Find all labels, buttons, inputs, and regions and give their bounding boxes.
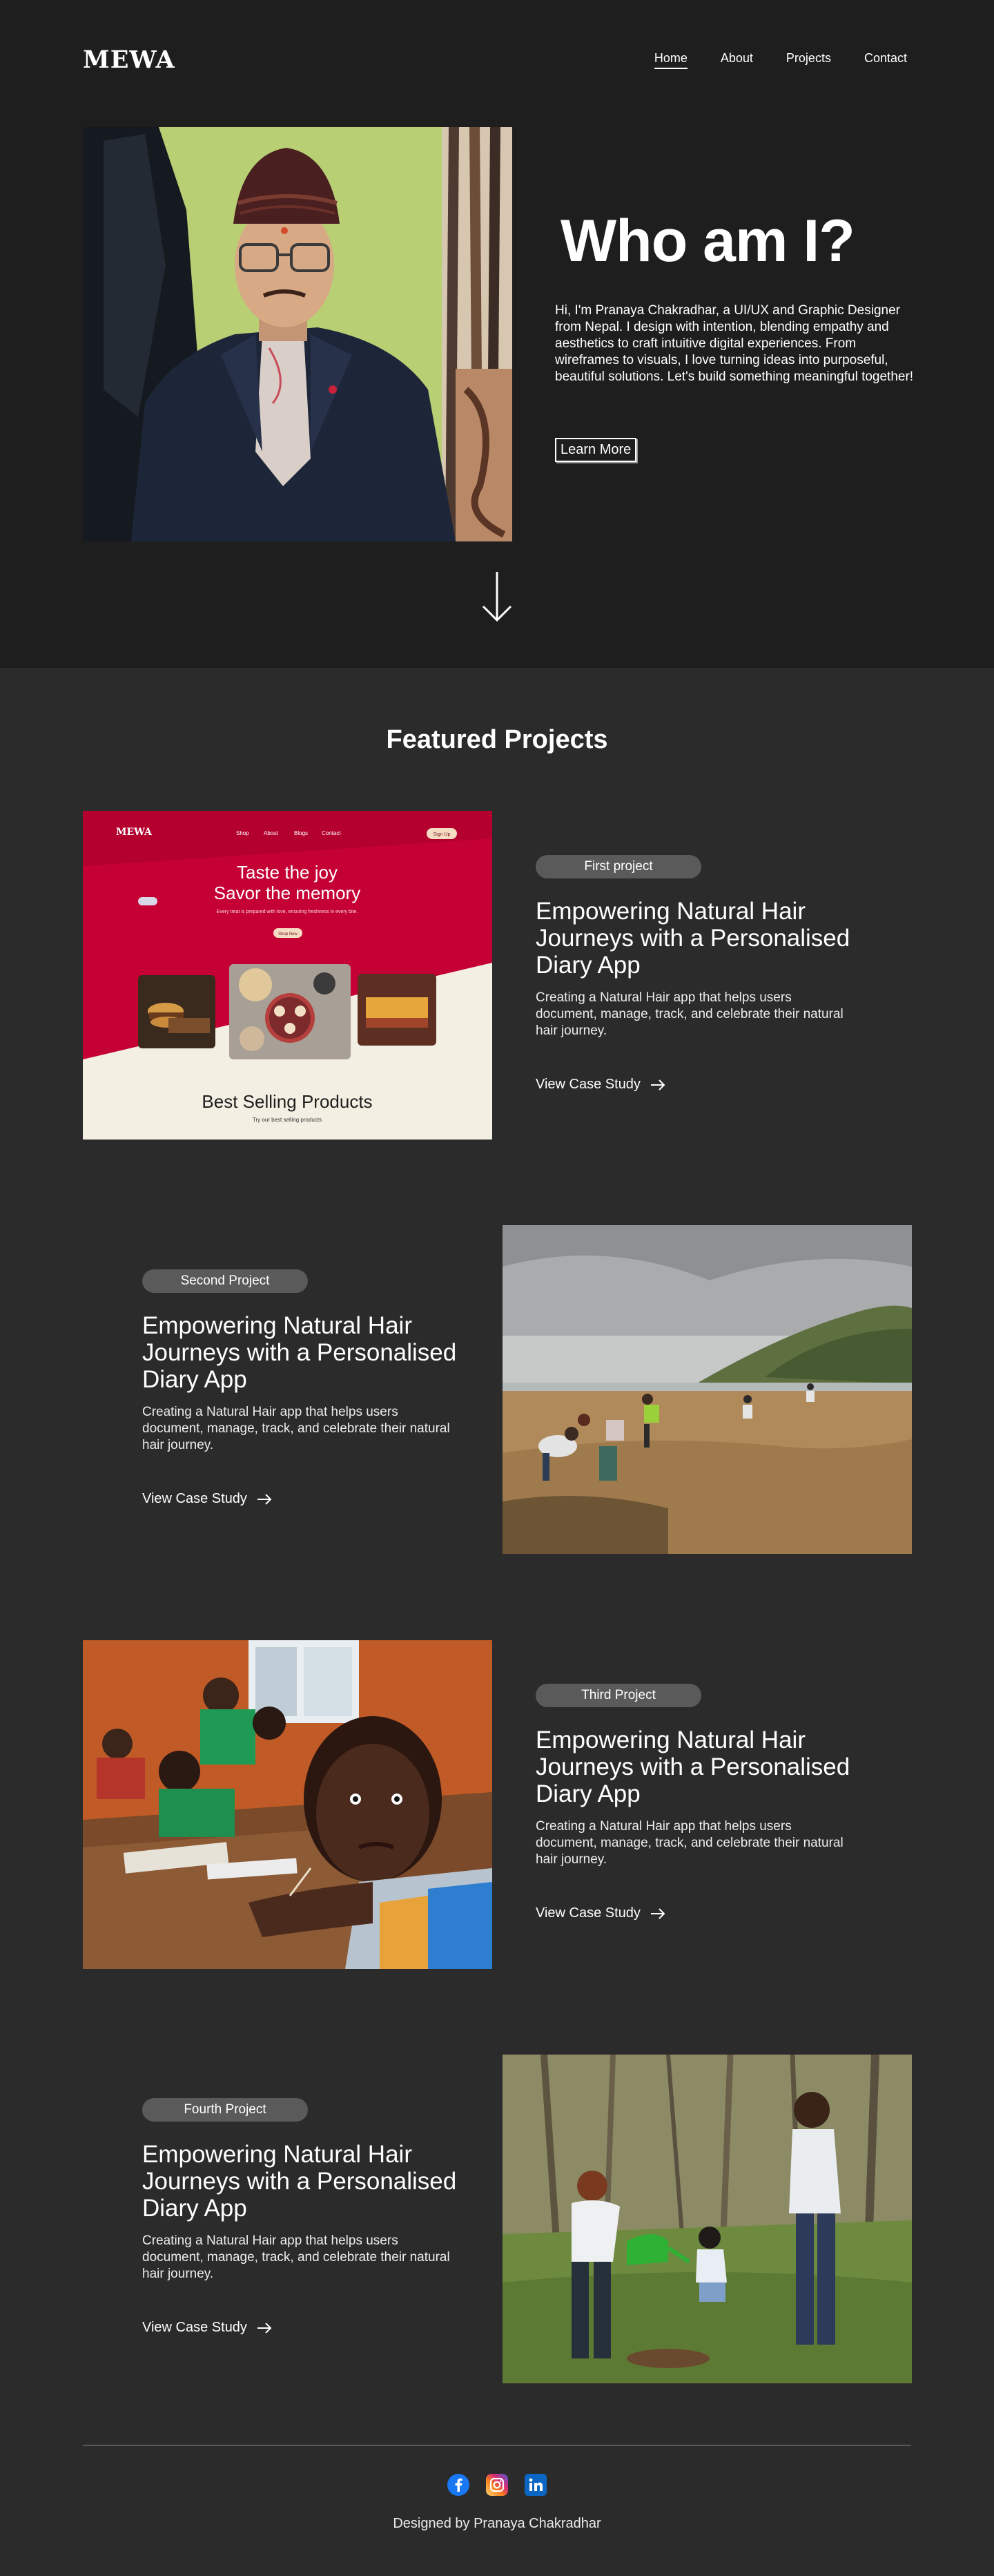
project-3-image[interactable] [83,1640,492,1969]
nav-about[interactable]: About [721,51,753,69]
view-case-study-link[interactable]: View Case Study [142,2320,272,2336]
project-description: Creating a Natural Hair app that helps u… [536,990,844,1038]
linkedin-icon[interactable] [525,2474,547,2496]
profile-photo [83,127,512,541]
project-1-card: First project Empowering Natural Hair Jo… [536,855,860,1093]
project-title: Empowering Natural Hair Journeys with a … [142,1312,457,1393]
mockup-signup: Sign Up [433,832,451,837]
instagram-icon[interactable] [486,2474,508,2496]
project-badge: Fourth Project [142,2098,308,2122]
nav-projects[interactable]: Projects [786,51,831,69]
mockup-headline-1: Taste the joy [237,862,338,883]
mockup-nav-contact: Contact [322,830,341,836]
view-case-study-link[interactable]: View Case Study [536,1077,665,1093]
view-case-study-link[interactable]: View Case Study [536,1905,665,1921]
project-description: Creating a Natural Hair app that helps u… [142,1405,450,1452]
arrow-right-icon [650,1079,665,1090]
social-links [0,2474,994,2496]
case-study-label: View Case Study [142,1491,247,1506]
hero-section: MEWA Home About Projects Contact Who am … [0,0,994,668]
project-2-image[interactable] [503,1225,912,1554]
project-title: Empowering Natural Hair Journeys with a … [142,2141,457,2222]
project-2-card: Second Project Empowering Natural Hair J… [142,1269,467,1507]
view-case-study-link[interactable]: View Case Study [142,1491,272,1507]
site-logo[interactable]: MEWA [83,46,175,74]
mockup-section-sub: Try our best selling products [253,1117,322,1123]
project-title: Empowering Natural Hair Journeys with a … [536,898,850,979]
mockup-nav-about: About [264,830,279,836]
case-study-label: View Case Study [142,2320,247,2335]
mockup-nav-blogs: Blogs [294,830,308,836]
project-4-image[interactable] [503,2055,912,2383]
project-3-card: Third Project Empowering Natural Hair Jo… [536,1684,860,1921]
featured-projects-heading: Featured Projects [386,725,608,754]
project-badge: First project [536,855,701,878]
project-badge: Second Project [142,1269,308,1293]
learn-more-button[interactable]: Learn More [555,438,637,462]
facebook-icon[interactable] [447,2474,469,2496]
hero-bio: Hi, I'm Pranaya Chakradhar, a UI/UX and … [555,303,914,384]
case-study-label: View Case Study [536,1905,641,1921]
project-description: Creating a Natural Hair app that helps u… [536,1819,844,1867]
mockup-section-title: Best Selling Products [202,1091,372,1112]
project-badge: Third Project [536,1684,701,1707]
hero-title: Who am I? [561,208,855,274]
nav-home[interactable]: Home [654,51,688,69]
mockup-shop-now: Shop Now [278,932,298,936]
footer-credit: Designed by Pranaya Chakradhar [393,2516,601,2531]
arrow-right-icon [257,1493,272,1505]
project-description: Creating a Natural Hair app that helps u… [142,2233,450,2281]
arrow-right-icon [650,1907,665,1919]
mockup-tagline: Every treat is prepared with love, ensur… [217,910,358,914]
main-nav: Home About Projects Contact [654,51,907,69]
project-title: Empowering Natural Hair Journeys with a … [536,1727,850,1807]
arrow-down-icon[interactable] [480,570,514,623]
nav-contact[interactable]: Contact [864,51,907,69]
project-4-card: Fourth Project Empowering Natural Hair J… [142,2098,467,2336]
mockup-logo: MEWA [116,827,153,838]
project-1-image[interactable]: MEWA Shop About Blogs Contact Sign Up Ta… [83,811,492,1140]
mockup-nav-shop: Shop [236,830,249,836]
mockup-headline-2: Savor the memory [214,883,360,903]
case-study-label: View Case Study [536,1077,641,1092]
arrow-right-icon [257,2322,272,2334]
